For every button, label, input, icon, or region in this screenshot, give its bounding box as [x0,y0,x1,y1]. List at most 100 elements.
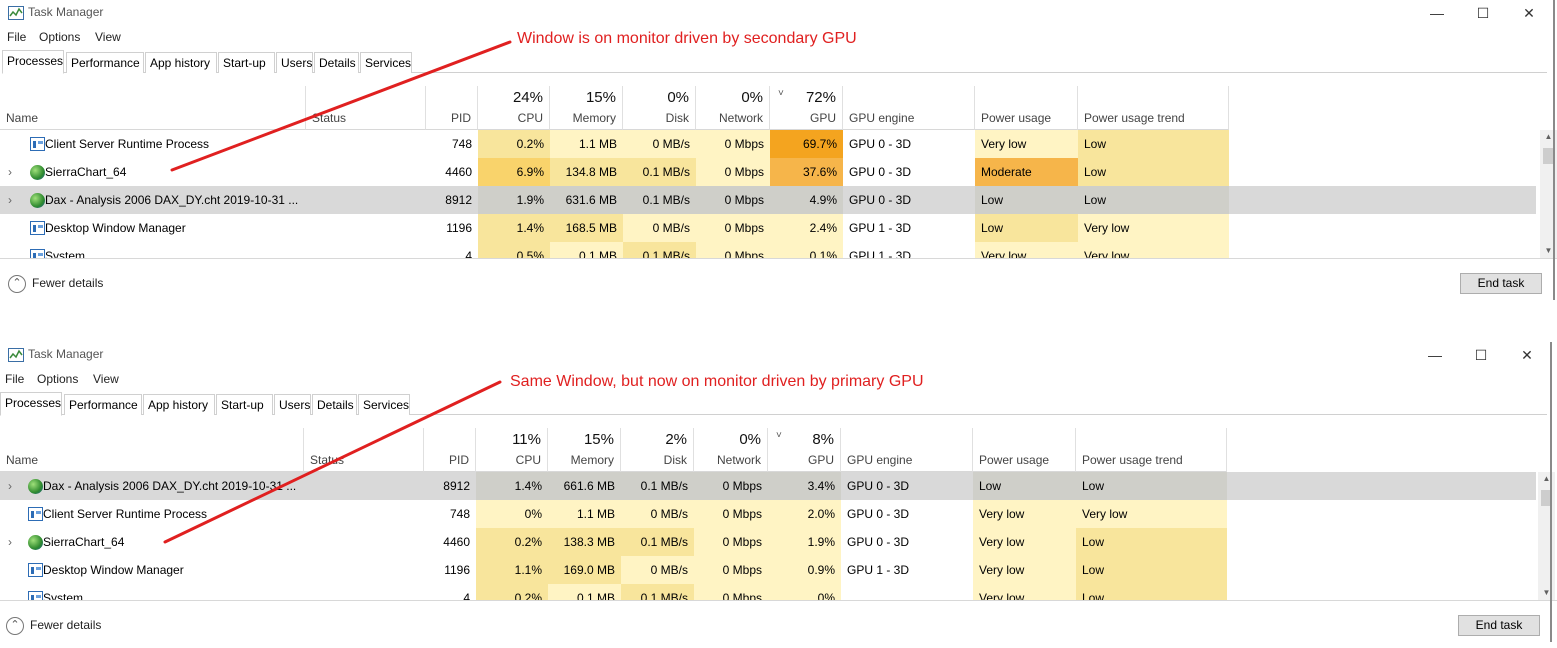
tab-processes[interactable]: Processes [0,392,62,416]
column-header-memory[interactable]: 15% Memory [548,428,621,472]
window-title: Task Manager [28,347,104,361]
memory-cell: 631.6 MB [550,186,623,214]
pid-cell: 4 [463,591,470,600]
tab-users[interactable]: Users [276,52,313,73]
end-task-button[interactable]: End task [1460,273,1542,294]
chevron-right-icon[interactable]: › [8,528,12,556]
column-header-network[interactable]: 0% Network [694,428,768,472]
column-header-network[interactable]: 0% Network [696,86,770,130]
column-label-power-usage-trend: Power usage trend [1082,453,1183,467]
column-header-power-usage[interactable]: Power usage [975,86,1078,130]
process-row[interactable]: Client Server Runtime Process 748 0.2% 1.1 … [0,130,1536,158]
chevron-right-icon[interactable]: › [8,472,12,500]
tab-processes[interactable]: Processes [2,50,64,74]
column-header-status[interactable]: Status [306,86,426,130]
tab-app-history[interactable]: App history [145,52,217,73]
process-name-cell: System [45,249,86,258]
menu-file[interactable]: File [7,30,26,44]
column-header-pid[interactable]: PID [426,86,478,130]
column-header-pid[interactable]: PID [424,428,476,472]
fewer-details-button[interactable]: ⌃ Fewer details [8,275,103,293]
tab-services[interactable]: Services [358,394,410,415]
power-usage-trend-cell: Low [1076,472,1227,500]
power-usage-trend-cell: Very low [1078,242,1229,258]
scroll-down-icon[interactable]: ▼ [1538,586,1555,600]
column-label-power-usage: Power usage [979,453,1050,467]
process-row[interactable]: › SierraChart_64 4460 6.9% 134.8 MB 0.1 MB/s 0… [0,158,1536,186]
network-cell: 0 Mbps [696,242,770,258]
maximize-button[interactable]: ☐ [1458,344,1504,366]
column-header-power-usage-trend[interactable]: Power usage trend [1076,428,1227,472]
vertical-scrollbar[interactable]: ▲ ▼ [1538,472,1555,600]
menu-view[interactable]: View [93,372,119,386]
column-header-cpu[interactable]: 11% CPU [476,428,548,472]
process-row[interactable]: › Dax - Analysis 2006 DAX_DY.cht 2019-10-… [0,472,1536,500]
process-row[interactable]: System 4 0.2% 0.1 MB 0.1 MB/s 0 Mbps 0% Very lo… [0,584,1536,600]
column-header-name[interactable]: Name [0,86,306,130]
power-usage-trend-cell: Low [1078,186,1229,214]
process-row[interactable]: System 4 0.5% 0.1 MB 0.1 MB/s 0 Mbps 0.1% GPU 1… [0,242,1536,258]
column-label-gpu-engine: GPU engine [849,111,915,125]
gpu-engine-cell [841,584,973,600]
column-header-disk[interactable]: 2% Disk [621,428,694,472]
column-header-status[interactable]: Status [304,428,424,472]
gpu-cell: 0% [768,584,841,600]
minimize-button[interactable]: — [1412,344,1458,366]
column-header-cpu[interactable]: 24% CPU [478,86,550,130]
column-header-name[interactable]: Name [0,428,304,472]
column-header-gpu-engine[interactable]: GPU engine [843,86,975,130]
process-row[interactable]: Client Server Runtime Process 748 0% 1.1 MB… [0,500,1536,528]
process-row[interactable]: Desktop Window Manager 1196 1.1% 169.0 MB 0 … [0,556,1536,584]
memory-total-percent: 15% [583,431,614,448]
process-row[interactable]: › Dax - Analysis 2006 DAX_DY.cht 2019-10-… [0,186,1536,214]
memory-cell: 169.0 MB [548,556,621,584]
cpu-total-percent: 24% [512,89,543,106]
tab-app-history[interactable]: App history [143,394,215,415]
close-button[interactable]: ✕ [1504,344,1550,366]
column-label-name: Name [6,453,39,467]
tab-performance[interactable]: Performance [64,394,142,415]
cpu-cell: 0.5% [478,242,550,258]
column-header-memory[interactable]: 15% Memory [550,86,623,130]
scroll-up-icon[interactable]: ▲ [1538,472,1555,486]
chevron-right-icon[interactable]: › [8,186,12,214]
menu-options[interactable]: Options [39,30,80,44]
column-header-disk[interactable]: 0% Disk [623,86,696,130]
column-header-power-usage-trend[interactable]: Power usage trend [1078,86,1229,130]
disk-cell: 0.1 MB/s [621,472,694,500]
maximize-button[interactable]: ☐ [1460,2,1506,24]
process-row[interactable]: › SierraChart_64 4460 0.2% 138.3 MB 0.1 MB/s 0… [0,528,1536,556]
tab-details[interactable]: Details [312,394,357,415]
menu-file[interactable]: File [5,372,24,386]
chevron-right-icon[interactable]: › [8,158,12,186]
tab-details[interactable]: Details [314,52,359,73]
menu-view[interactable]: View [95,30,121,44]
title-bar: Task Manager — ☐ ✕ [0,0,1557,26]
tab-users[interactable]: Users [274,394,311,415]
tab-performance[interactable]: Performance [66,52,144,73]
title-bar: Task Manager — ☐ ✕ [0,342,1557,368]
tab-start-up[interactable]: Start-up [216,394,273,415]
status-cell [306,158,426,186]
memory-total-percent: 15% [585,89,616,106]
power-usage-trend-cell: Very low [1076,500,1227,528]
tab-services[interactable]: Services [360,52,412,73]
window-title: Task Manager [28,5,104,19]
column-label-status: Status [310,453,345,467]
gpu-engine-cell: GPU 0 - 3D [847,507,910,521]
column-header-gpu[interactable]: ˅ 72% GPU [770,86,843,130]
fewer-details-button[interactable]: ⌃ Fewer details [6,617,101,635]
tab-start-up[interactable]: Start-up [218,52,275,73]
column-header-gpu[interactable]: ˅ 8% GPU [768,428,841,472]
close-button[interactable]: ✕ [1506,2,1552,24]
pid-cell: 748 [451,137,472,151]
process-name-cell: System [43,591,84,600]
menu-options[interactable]: Options [37,372,78,386]
process-row[interactable]: Desktop Window Manager 1196 1.4% 168.5 MB 0 … [0,214,1536,242]
column-header-power-usage[interactable]: Power usage [973,428,1076,472]
minimize-button[interactable]: — [1414,2,1460,24]
column-header-gpu-engine[interactable]: GPU engine [841,428,973,472]
end-task-button[interactable]: End task [1458,615,1540,636]
column-label-pid: PID [448,453,469,467]
annotation-bottom: Same Window, but now on monitor driven b… [510,373,924,390]
